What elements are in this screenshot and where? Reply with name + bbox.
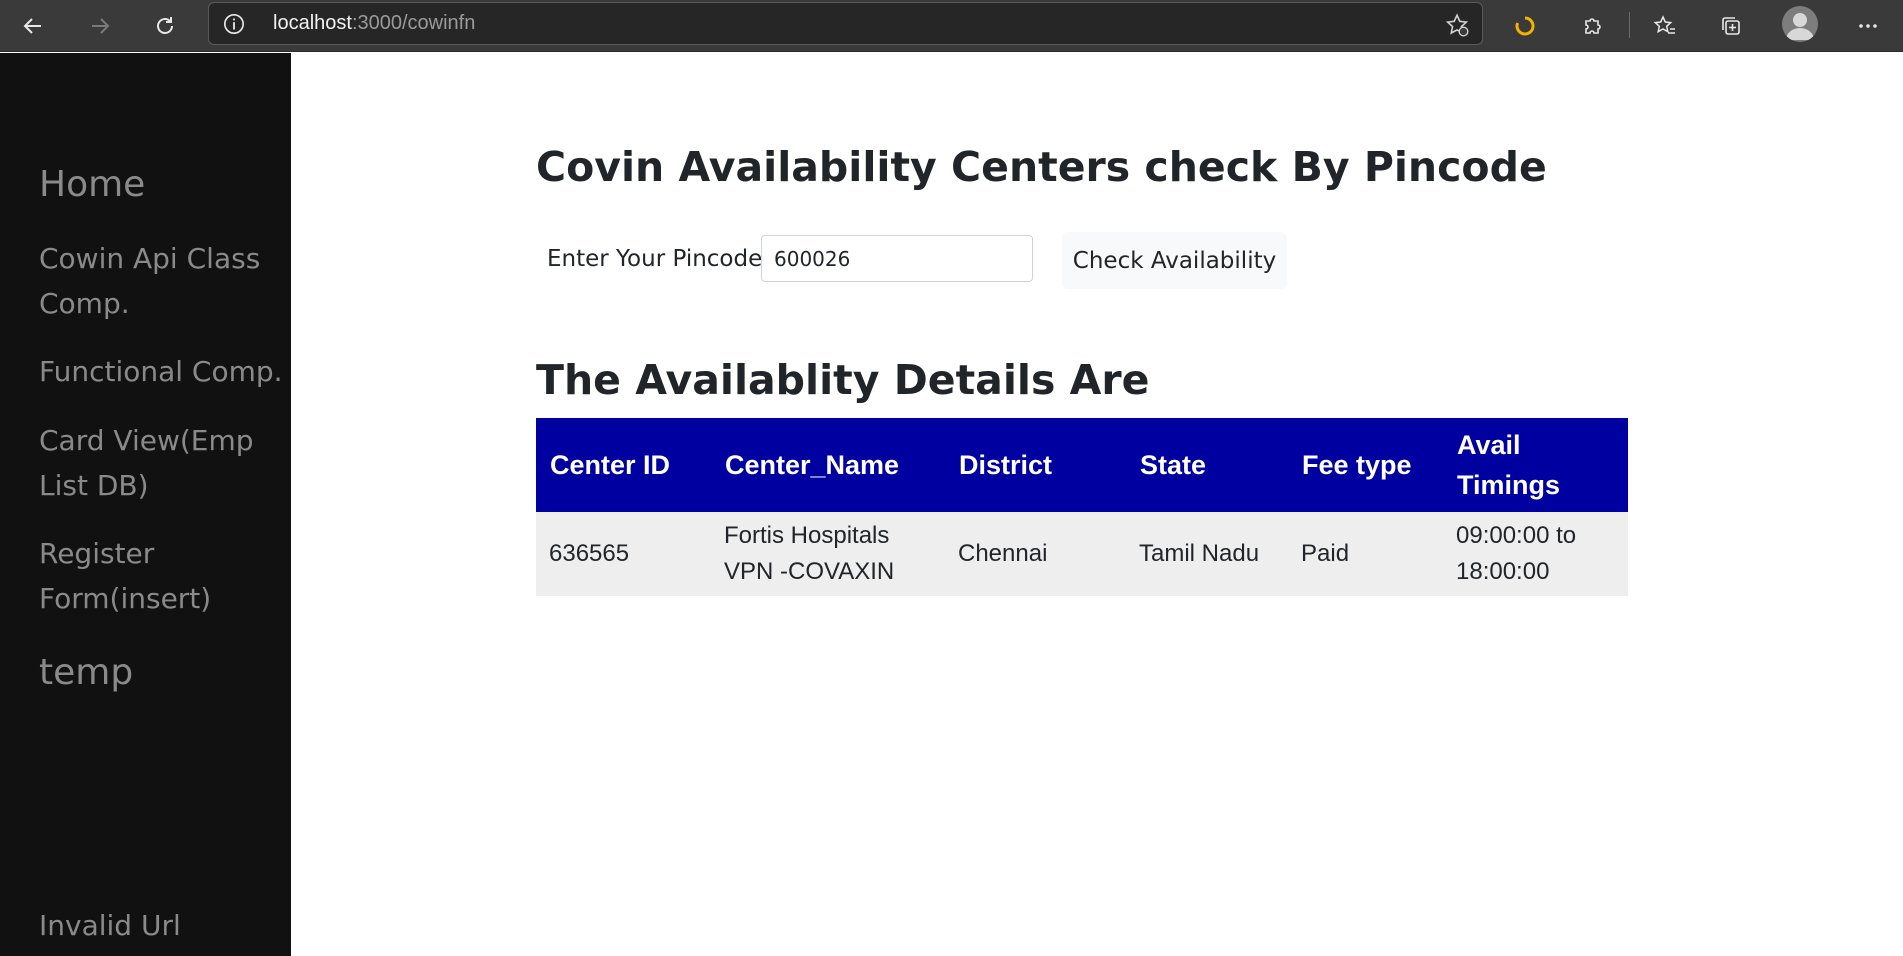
- url-path: :3000/cowinfn: [351, 12, 476, 34]
- header-fee-type: Fee type: [1288, 418, 1443, 512]
- sidebar-item-temp[interactable]: temp: [39, 650, 284, 695]
- header-state: State: [1126, 418, 1288, 512]
- site-info-icon[interactable]: [223, 13, 245, 35]
- more-dots-icon: [1859, 24, 1877, 28]
- toolbar-divider: [1629, 12, 1630, 38]
- table-header-row: Center ID Center_Name District State Fee…: [536, 418, 1628, 512]
- sidebar: Home Cowin Api Class Comp. Functional Co…: [0, 53, 291, 956]
- sidebar-item-register-form[interactable]: Register Form(insert): [39, 531, 284, 621]
- header-center-id: Center ID: [536, 418, 711, 512]
- forward-arrow-icon: [92, 18, 110, 34]
- extensions-button[interactable]: [1574, 8, 1610, 44]
- sidebar-item-functional-comp[interactable]: Functional Comp.: [39, 349, 284, 394]
- cell-fee-type: Paid: [1288, 512, 1443, 596]
- address-url[interactable]: localhost:3000/cowinfn: [273, 12, 475, 35]
- back-arrow-icon: [23, 18, 41, 34]
- user-icon: [1786, 13, 1814, 40]
- profile-avatar[interactable]: [1782, 6, 1818, 42]
- cell-center-name: Fortis Hospitals VPN -COVAXIN: [711, 512, 945, 596]
- main-content: Covin Availability Centers check By Pinc…: [291, 53, 1903, 956]
- cell-district: Chennai: [945, 512, 1126, 596]
- cell-avail-timings: 09:00:00 to 18:00:00: [1443, 512, 1628, 596]
- address-bar[interactable]: localhost:3000/cowinfn: [208, 2, 1483, 45]
- reload-button[interactable]: [145, 6, 185, 46]
- browser-toolbar: localhost:3000/cowinfn: [0, 0, 1903, 52]
- check-availability-button[interactable]: Check Availability: [1062, 232, 1287, 289]
- collections-icon: [1722, 17, 1740, 35]
- forward-button[interactable]: [80, 6, 120, 46]
- sidebar-item-cowin-api-class[interactable]: Cowin Api Class Comp.: [39, 236, 284, 326]
- header-avail-timings: Avail Timings: [1443, 418, 1628, 512]
- favorites-star-icon: [1653, 15, 1675, 34]
- sidebar-item-invalid-url[interactable]: Invalid Url: [39, 903, 284, 948]
- pincode-input[interactable]: [761, 235, 1033, 282]
- pincode-label: Enter Your Pincode: [547, 246, 763, 272]
- cell-center-id: 636565: [536, 512, 711, 596]
- sidebar-item-card-view[interactable]: Card View(Emp List DB): [39, 418, 284, 508]
- reload-icon: [157, 17, 173, 34]
- collections-button[interactable]: [1713, 8, 1749, 44]
- back-button[interactable]: [13, 6, 53, 46]
- extension-loading-icon[interactable]: [1507, 8, 1543, 44]
- favorites-button[interactable]: [1647, 8, 1683, 44]
- puzzle-icon: [1585, 18, 1601, 34]
- add-favorite-icon[interactable]: [1444, 12, 1470, 38]
- details-heading: The Availablity Details Are: [536, 356, 1150, 404]
- settings-more-button[interactable]: [1850, 8, 1886, 44]
- header-district: District: [945, 418, 1126, 512]
- url-host: localhost: [273, 12, 352, 34]
- header-center-name: Center_Name: [711, 418, 945, 512]
- table-row: 636565 Fortis Hospitals VPN -COVAXIN Che…: [536, 512, 1628, 596]
- availability-table: Center ID Center_Name District State Fee…: [536, 418, 1628, 596]
- cell-state: Tamil Nadu: [1126, 512, 1288, 596]
- sidebar-item-home[interactable]: Home: [39, 162, 284, 207]
- spinner-icon: [1515, 16, 1535, 36]
- page-title: Covin Availability Centers check By Pinc…: [536, 143, 1547, 191]
